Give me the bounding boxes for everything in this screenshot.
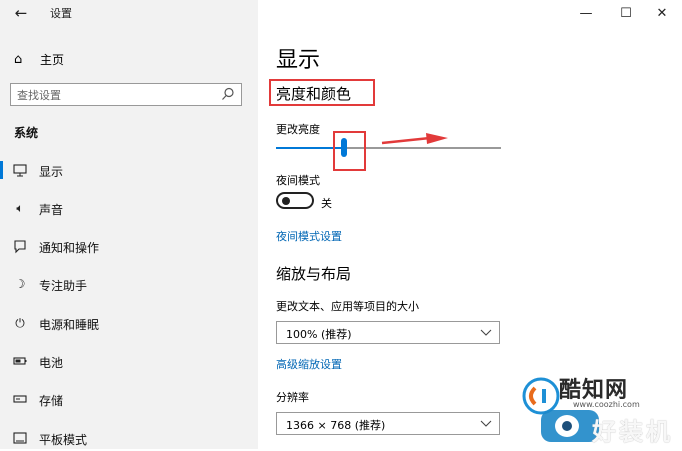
scale-value: 100% (推荐): [286, 328, 352, 341]
night-mode-settings-link[interactable]: 夜间模式设置: [276, 228, 342, 244]
app-title: 设置: [50, 7, 72, 20]
sidebar-item-storage[interactable]: 存储: [0, 386, 258, 412]
sidebar-item-label: 声音: [39, 203, 64, 217]
sidebar-item-tablet-mode[interactable]: 平板模式: [0, 425, 258, 451]
annotation-highlight-box: [333, 131, 366, 171]
resolution-label: 分辨率: [276, 391, 309, 404]
night-mode-state: 关: [321, 197, 332, 210]
close-button[interactable]: ✕: [642, 0, 682, 26]
sidebar-item-label: 电源和睡眠: [39, 318, 100, 332]
chevron-down-icon: [480, 329, 492, 336]
monitor-icon: [13, 164, 27, 177]
sidebar: ← 设置 ⌂ 主页 系统 显示 🔈︎ 声音 通知和操作 ☽ 专注助手 ⏻ 电源和…: [0, 0, 258, 449]
page-title: 显示: [276, 48, 321, 73]
search-input[interactable]: [11, 85, 217, 106]
annotation-highlight-box: [269, 79, 375, 106]
section-header-system: 系统: [14, 126, 39, 140]
back-arrow-icon[interactable]: ←: [10, 3, 32, 23]
sidebar-item-notifications[interactable]: 通知和操作: [0, 233, 258, 259]
night-mode-toggle[interactable]: [276, 192, 314, 209]
scale-dropdown[interactable]: 100% (推荐): [276, 321, 500, 344]
resolution-dropdown[interactable]: 1366 × 768 (推荐): [276, 412, 500, 435]
text-size-label: 更改文本、应用等项目的大小: [276, 300, 419, 313]
sidebar-item-sound[interactable]: 🔈︎ 声音: [0, 195, 258, 221]
sidebar-item-label: 专注助手: [39, 279, 88, 293]
search-icon[interactable]: [221, 87, 235, 101]
search-box[interactable]: [10, 83, 242, 106]
toggle-knob: [282, 197, 290, 205]
chevron-down-icon: [480, 420, 492, 427]
minimize-button[interactable]: —: [566, 0, 606, 26]
brightness-label: 更改亮度: [276, 123, 320, 136]
battery-icon: [13, 357, 27, 365]
sidebar-item-label: 显示: [39, 165, 64, 179]
sidebar-item-battery[interactable]: 电池: [0, 348, 258, 374]
sidebar-item-label: 平板模式: [39, 433, 88, 447]
maximize-button[interactable]: ☐: [606, 0, 646, 26]
sidebar-item-focus-assist[interactable]: ☽ 专注助手: [0, 271, 258, 297]
night-mode-label: 夜间模式: [276, 174, 320, 187]
sidebar-item-power-sleep[interactable]: ⏻ 电源和睡眠: [0, 310, 258, 336]
speaker-icon: 🔈︎: [16, 201, 24, 215]
annotation-arrow-icon: [381, 133, 448, 145]
watermark-url: www.coozhi.com: [573, 400, 640, 409]
sidebar-item-label: 通知和操作: [39, 241, 100, 255]
home-label: 主页: [40, 52, 65, 67]
scale-section-title: 缩放与布局: [276, 265, 352, 283]
home-nav-item[interactable]: ⌂ 主页: [14, 50, 64, 68]
power-icon: ⏻: [15, 316, 25, 330]
sidebar-item-label: 电池: [39, 356, 64, 370]
sidebar-item-display[interactable]: 显示: [0, 157, 258, 183]
tablet-icon: [13, 432, 27, 444]
storage-icon: [13, 395, 27, 403]
moon-icon: ☽: [14, 277, 26, 291]
notification-icon: [14, 240, 26, 254]
home-icon: ⌂: [14, 51, 23, 67]
resolution-value: 1366 × 768 (推荐): [286, 419, 386, 432]
watermark-brand-2: 好装机: [592, 418, 673, 446]
advanced-scale-link[interactable]: 高级缩放设置: [276, 356, 342, 372]
sidebar-item-label: 存储: [39, 394, 64, 408]
